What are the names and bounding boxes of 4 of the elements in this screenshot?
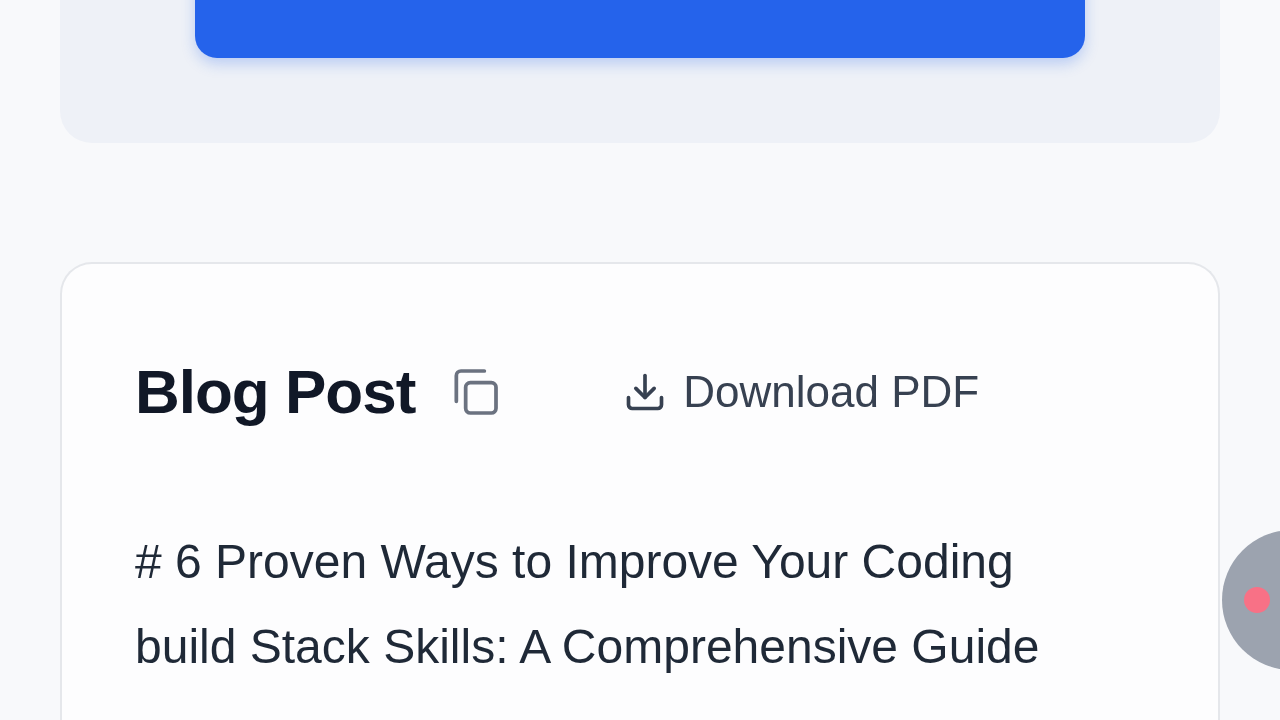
blog-content: # 6 Proven Ways to Improve Your Coding build Stack Skills: A Comprehensive Guide bbox=[135, 534, 1041, 675]
record-dot-icon bbox=[1244, 587, 1270, 613]
card-title: Blog Post bbox=[135, 356, 416, 427]
download-pdf-button[interactable]: Download PDF bbox=[623, 366, 980, 417]
